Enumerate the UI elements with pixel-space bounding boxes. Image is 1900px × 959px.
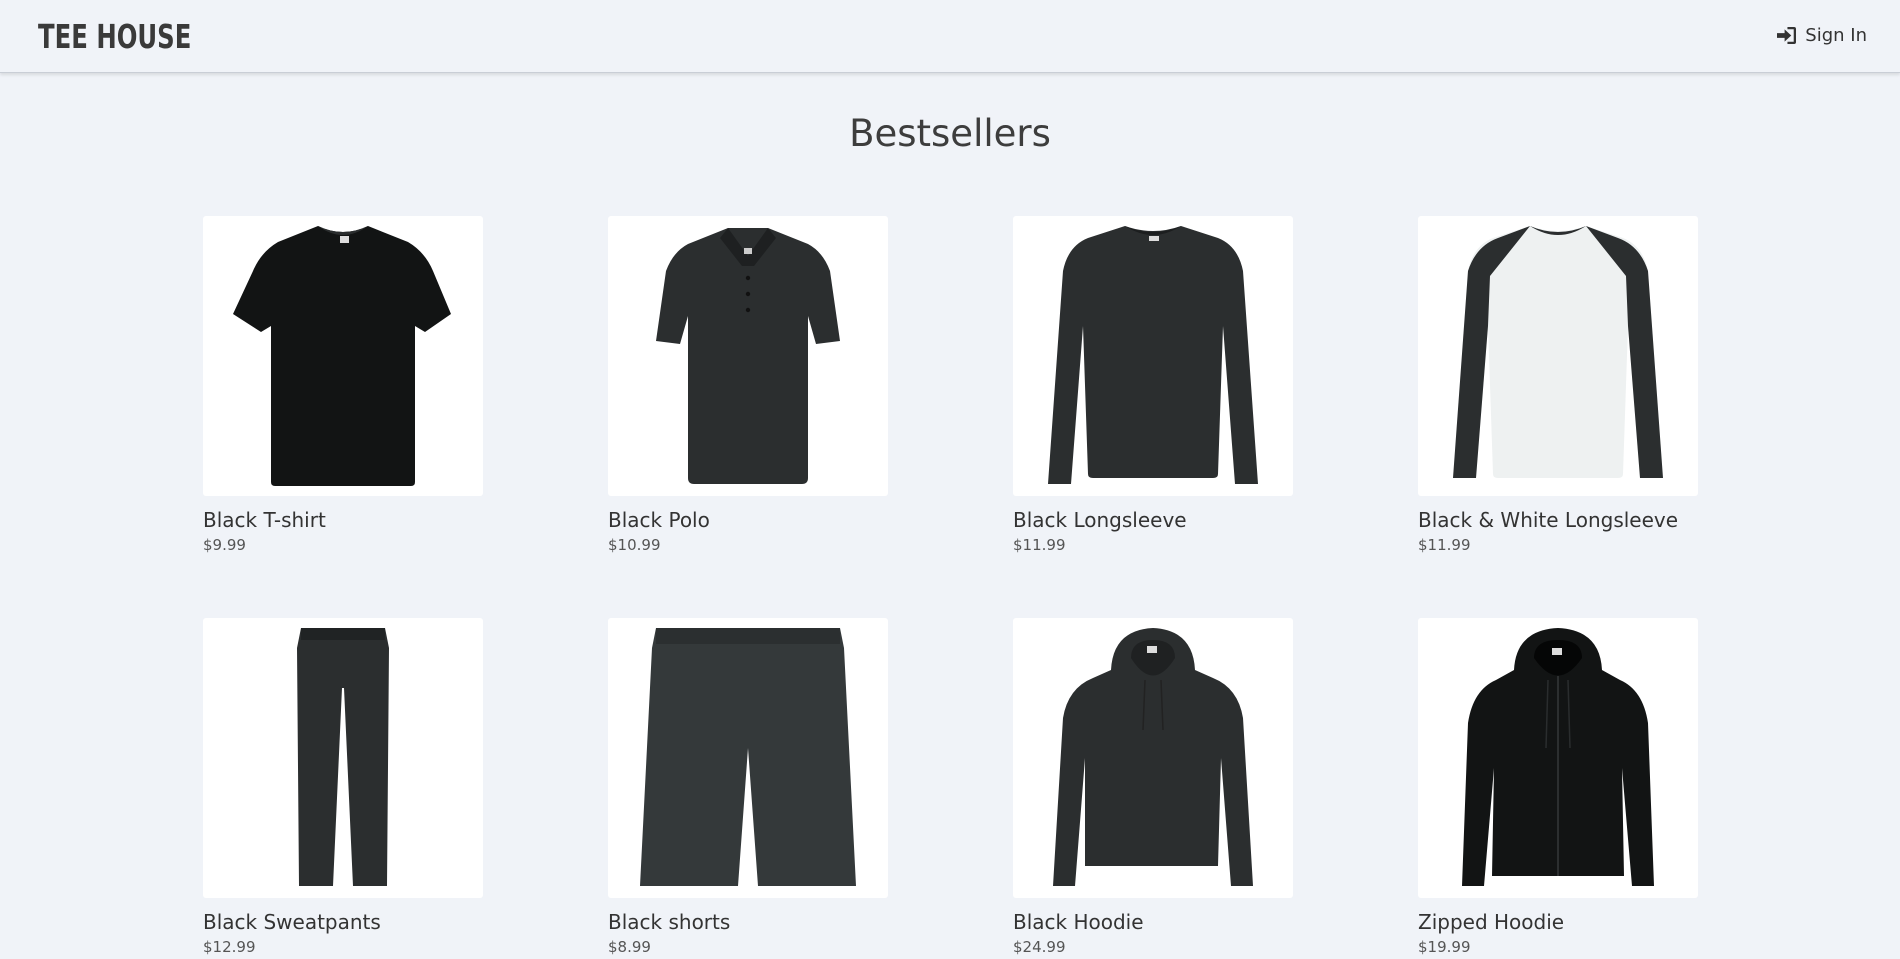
product-card[interactable]: Zipped Hoodie $19.99: [1418, 618, 1698, 957]
shorts-icon: [640, 628, 856, 886]
product-price: $8.99: [608, 938, 651, 956]
page-title: Bestsellers: [849, 112, 1051, 155]
product-name[interactable]: Black Polo: [608, 508, 888, 532]
product-card[interactable]: Black shorts $8.99: [608, 618, 888, 957]
product-name[interactable]: Black Hoodie: [1013, 910, 1293, 934]
product-image[interactable]: [608, 618, 888, 898]
product-image[interactable]: [1013, 618, 1293, 898]
polo-icon: [656, 228, 840, 484]
product-price: $11.99: [1418, 536, 1471, 554]
hoodie-icon: [1053, 628, 1253, 886]
product-card[interactable]: Black Sweatpants $12.99: [203, 618, 483, 957]
zip-hoodie-icon: [1462, 628, 1654, 886]
product-card[interactable]: Black & White Longsleeve $11.99: [1418, 216, 1698, 555]
site-logo[interactable]: TEE HOUSE: [38, 17, 191, 56]
product-card[interactable]: Black T-shirt $9.99: [203, 216, 483, 555]
product-name[interactable]: Zipped Hoodie: [1418, 910, 1698, 934]
product-image[interactable]: [608, 216, 888, 496]
sweatpants-icon: [297, 628, 389, 886]
product-name[interactable]: Black Sweatpants: [203, 910, 483, 934]
product-price: $9.99: [203, 536, 246, 554]
product-name[interactable]: Black & White Longsleeve: [1418, 508, 1698, 532]
product-image[interactable]: [1013, 216, 1293, 496]
product-card[interactable]: Black Hoodie $24.99: [1013, 618, 1293, 957]
product-card[interactable]: Black Longsleeve $11.99: [1013, 216, 1293, 555]
product-image[interactable]: [1418, 216, 1698, 496]
product-price: $12.99: [203, 938, 256, 956]
product-card[interactable]: Black Polo $10.99: [608, 216, 888, 555]
product-price: $11.99: [1013, 536, 1066, 554]
product-price: $24.99: [1013, 938, 1066, 956]
sign-in-button[interactable]: Sign In: [1776, 25, 1867, 46]
product-name[interactable]: Black shorts: [608, 910, 888, 934]
product-image[interactable]: [1418, 618, 1698, 898]
product-price: $19.99: [1418, 938, 1471, 956]
product-image[interactable]: [203, 216, 483, 496]
raglan-longsleeve-icon: [1453, 226, 1663, 478]
top-navbar: TEE HOUSE Sign In: [0, 0, 1900, 73]
product-image[interactable]: [203, 618, 483, 898]
sign-in-icon: [1776, 26, 1797, 45]
tshirt-icon: [233, 226, 451, 486]
product-price: $10.99: [608, 536, 661, 554]
longsleeve-icon: [1048, 226, 1258, 484]
product-name[interactable]: Black Longsleeve: [1013, 508, 1293, 532]
sign-in-label: Sign In: [1805, 25, 1867, 46]
product-name[interactable]: Black T-shirt: [203, 508, 483, 532]
